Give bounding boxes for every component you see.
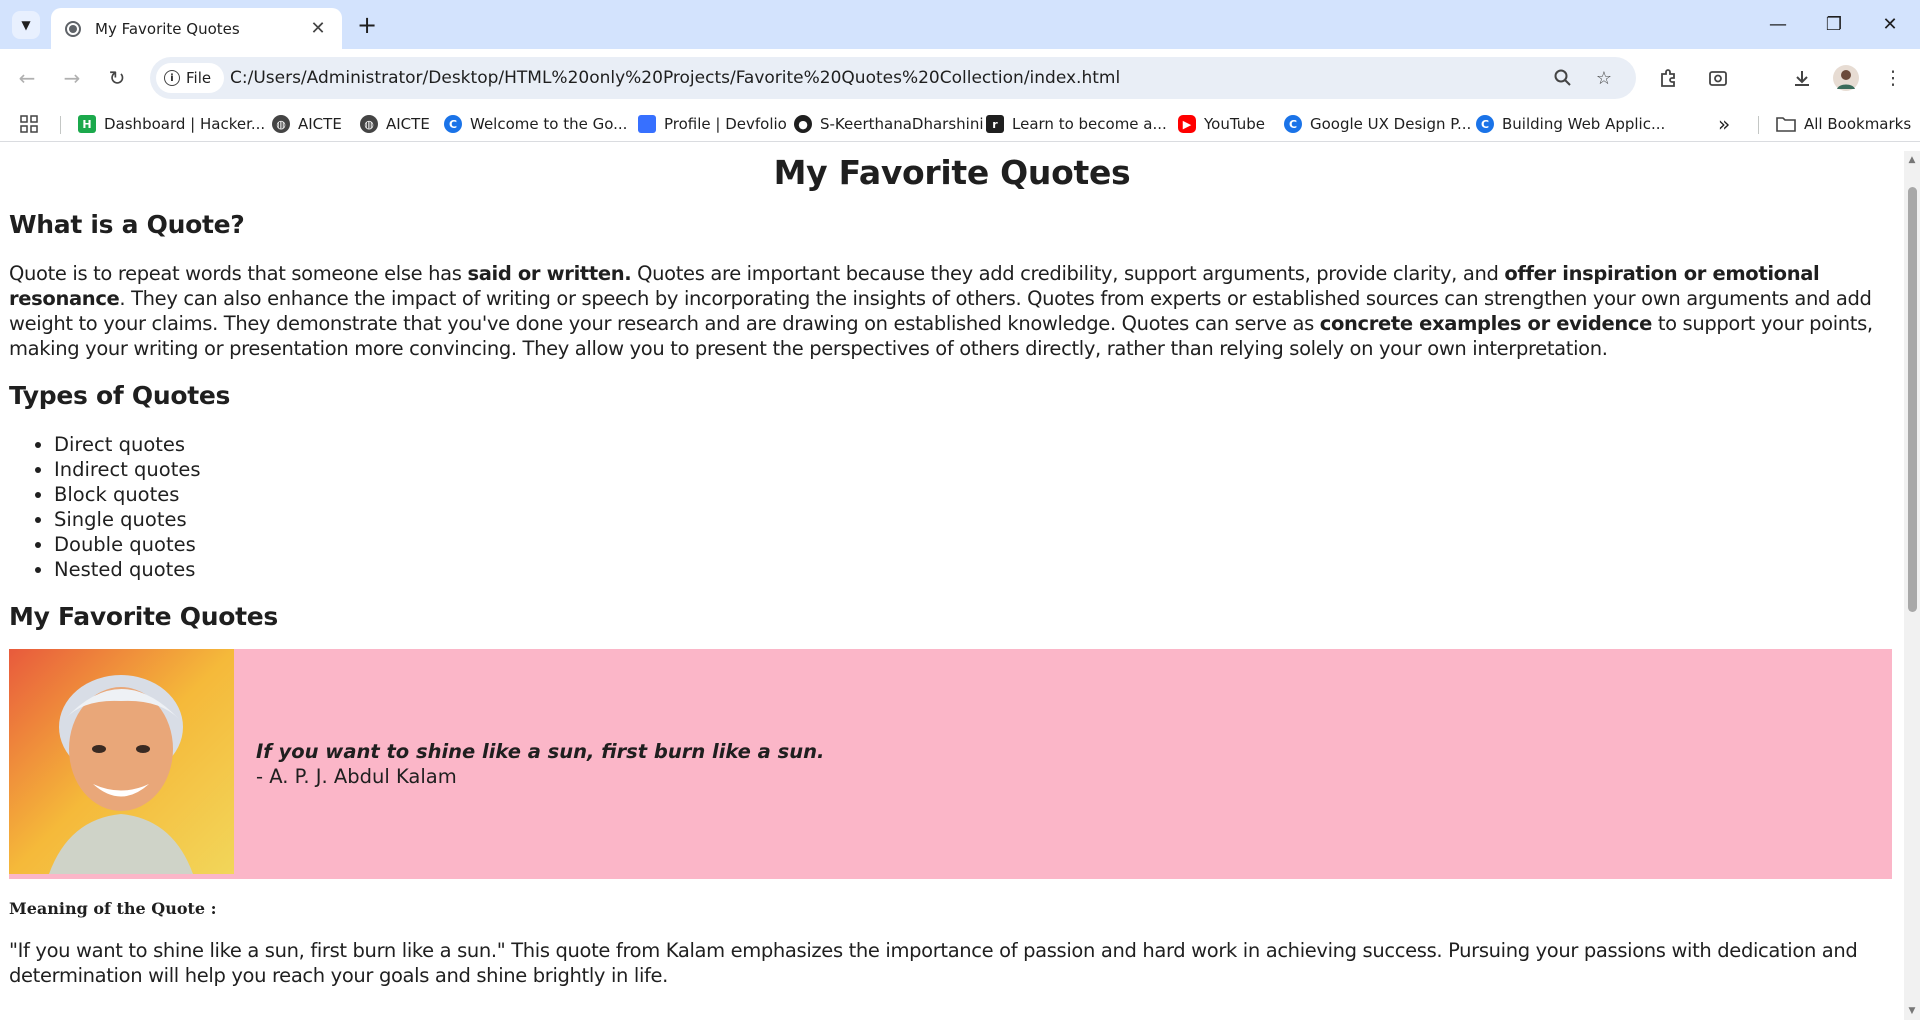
tab-title: My Favorite Quotes xyxy=(95,19,240,38)
types-list: Direct quotes Indirect quotes Block quot… xyxy=(9,432,1895,582)
roadmap-icon: r xyxy=(986,115,1004,133)
page-content: My Favorite Quotes What is a Quote? Quot… xyxy=(0,153,1904,988)
bold-span: said or written. xyxy=(467,262,632,285)
bookmark-label: Learn to become a... xyxy=(1012,115,1167,133)
profile-avatar[interactable] xyxy=(1831,63,1861,93)
active-tab[interactable]: My Favorite Quotes ✕ xyxy=(51,8,342,49)
scroll-up-icon[interactable]: ▲ xyxy=(1907,155,1917,165)
close-tab-icon[interactable]: ✕ xyxy=(308,18,328,39)
devfolio-icon xyxy=(638,115,656,133)
portrait-image xyxy=(9,649,234,874)
globe-icon xyxy=(65,20,81,37)
bookmark-label: Dashboard | Hacker... xyxy=(104,115,266,133)
new-tab-button[interactable]: + xyxy=(352,10,382,40)
youtube-icon: ▶ xyxy=(1178,115,1196,133)
list-item: Indirect quotes xyxy=(54,457,1895,482)
bold-span: concrete examples or evidence xyxy=(1319,312,1653,335)
coursera-icon: C xyxy=(444,115,462,133)
url-text[interactable]: C:/Users/Administrator/Desktop/HTML%20on… xyxy=(230,68,1120,88)
bookmark-aicte-2[interactable]: ◍ AICTE xyxy=(360,112,430,136)
bookmarks-divider xyxy=(60,116,61,134)
page-title: My Favorite Quotes xyxy=(773,153,1131,192)
bookmark-building-web[interactable]: C Building Web Applic... xyxy=(1476,112,1665,136)
all-bookmarks-label: All Bookmarks xyxy=(1804,115,1912,133)
site-chip-label: File xyxy=(186,69,212,87)
download-icon[interactable] xyxy=(1787,63,1817,93)
list-item: Nested quotes xyxy=(54,557,1895,582)
quote-text: If you want to shine like a sun, first b… xyxy=(256,740,825,763)
menu-kebab-icon[interactable]: ⋮ xyxy=(1878,63,1908,93)
scroll-down-icon[interactable]: ▼ xyxy=(1907,1006,1917,1016)
scroll-thumb[interactable] xyxy=(1908,187,1917,612)
quote-author: - A. P. J. Abdul Kalam xyxy=(256,765,457,788)
bookmark-label: Profile | Devfolio xyxy=(664,115,787,133)
bookmark-label: S-KeerthanaDharshini xyxy=(820,115,984,133)
screenshot-icon[interactable] xyxy=(1703,63,1733,93)
bookmark-star-icon[interactable]: ☆ xyxy=(1593,67,1615,89)
zoom-icon[interactable] xyxy=(1552,67,1574,89)
text-span: Quote is to repeat words that someone el… xyxy=(9,262,468,285)
bookmark-youtube[interactable]: ▶ YouTube xyxy=(1178,112,1265,136)
folder-icon xyxy=(1776,116,1796,132)
bookmark-label: YouTube xyxy=(1204,115,1265,133)
toolbar: ← → ↻ i File C:/Users/Administrator/Desk… xyxy=(0,49,1920,106)
bookmark-github[interactable]: ● S-KeerthanaDharshini xyxy=(794,112,984,136)
close-window-icon[interactable]: ✕ xyxy=(1862,8,1918,40)
coursera-icon: C xyxy=(1476,115,1494,133)
tab-strip: ▼ My Favorite Quotes ✕ + — ❐ ✕ xyxy=(0,0,1920,49)
back-icon[interactable]: ← xyxy=(12,63,42,93)
forward-icon[interactable]: → xyxy=(57,63,87,93)
favorites-heading: My Favorite Quotes xyxy=(9,602,278,631)
bookmark-aicte-1[interactable]: ◍ AICTE xyxy=(272,112,342,136)
bookmark-devfolio[interactable]: Profile | Devfolio xyxy=(638,112,787,136)
page-viewport: My Favorite Quotes What is a Quote? Quot… xyxy=(0,151,1904,1020)
bookmark-google-welcome[interactable]: C Welcome to the Go... xyxy=(444,112,627,136)
bookmark-label: AICTE xyxy=(386,115,430,133)
quote-card: If you want to shine like a sun, first b… xyxy=(9,649,1892,879)
globe-icon: ◍ xyxy=(360,115,378,133)
types-heading: Types of Quotes xyxy=(9,381,231,410)
all-bookmarks-button[interactable]: All Bookmarks xyxy=(1776,112,1911,136)
what-paragraph: Quote is to repeat words that someone el… xyxy=(9,261,1895,361)
coursera-icon: C xyxy=(1284,115,1302,133)
restore-icon[interactable]: ❐ xyxy=(1806,8,1862,40)
address-bar[interactable]: i File C:/Users/Administrator/Desktop/HT… xyxy=(150,57,1636,99)
reload-icon[interactable]: ↻ xyxy=(102,63,132,93)
minimize-icon[interactable]: — xyxy=(1750,8,1806,40)
text-span: Quotes are important because they add cr… xyxy=(631,262,1505,285)
extensions-icon[interactable] xyxy=(1653,63,1683,93)
bookmark-learn[interactable]: r Learn to become a... xyxy=(986,112,1167,136)
list-item: Direct quotes xyxy=(54,432,1895,457)
bookmarks-divider xyxy=(1758,116,1759,134)
globe-icon: ◍ xyxy=(272,115,290,133)
tab-search-chevron-icon[interactable]: ▼ xyxy=(12,11,40,39)
list-item: Double quotes xyxy=(54,532,1895,557)
list-item: Single quotes xyxy=(54,507,1895,532)
apps-grid-icon[interactable] xyxy=(20,112,38,136)
bookmarks-overflow-icon[interactable]: » xyxy=(1718,112,1730,136)
bookmark-label: Welcome to the Go... xyxy=(470,115,628,133)
hackerrank-icon: H xyxy=(78,115,96,133)
meaning-heading: Meaning of the Quote : xyxy=(9,899,217,918)
info-icon: i xyxy=(164,70,180,86)
bookmarks-bar: H Dashboard | Hacker... ◍ AICTE ◍ AICTE … xyxy=(0,106,1920,142)
bookmark-label: Google UX Design P... xyxy=(1310,115,1472,133)
meaning-paragraph: "If you want to shine like a sun, first … xyxy=(9,939,1858,987)
list-item: Block quotes xyxy=(54,482,1895,507)
bookmark-label: Building Web Applic... xyxy=(1502,115,1666,133)
bookmark-hackerrank[interactable]: H Dashboard | Hacker... xyxy=(78,112,265,136)
quote-text-block: If you want to shine like a sun, first b… xyxy=(256,739,824,789)
bookmark-label: AICTE xyxy=(298,115,342,133)
site-info-chip[interactable]: i File xyxy=(156,63,224,93)
bookmark-google-ux[interactable]: C Google UX Design P... xyxy=(1284,112,1471,136)
github-icon: ● xyxy=(794,115,812,133)
page-scrollbar[interactable]: ▲ ▼ xyxy=(1904,151,1920,1020)
what-heading: What is a Quote? xyxy=(9,210,245,239)
